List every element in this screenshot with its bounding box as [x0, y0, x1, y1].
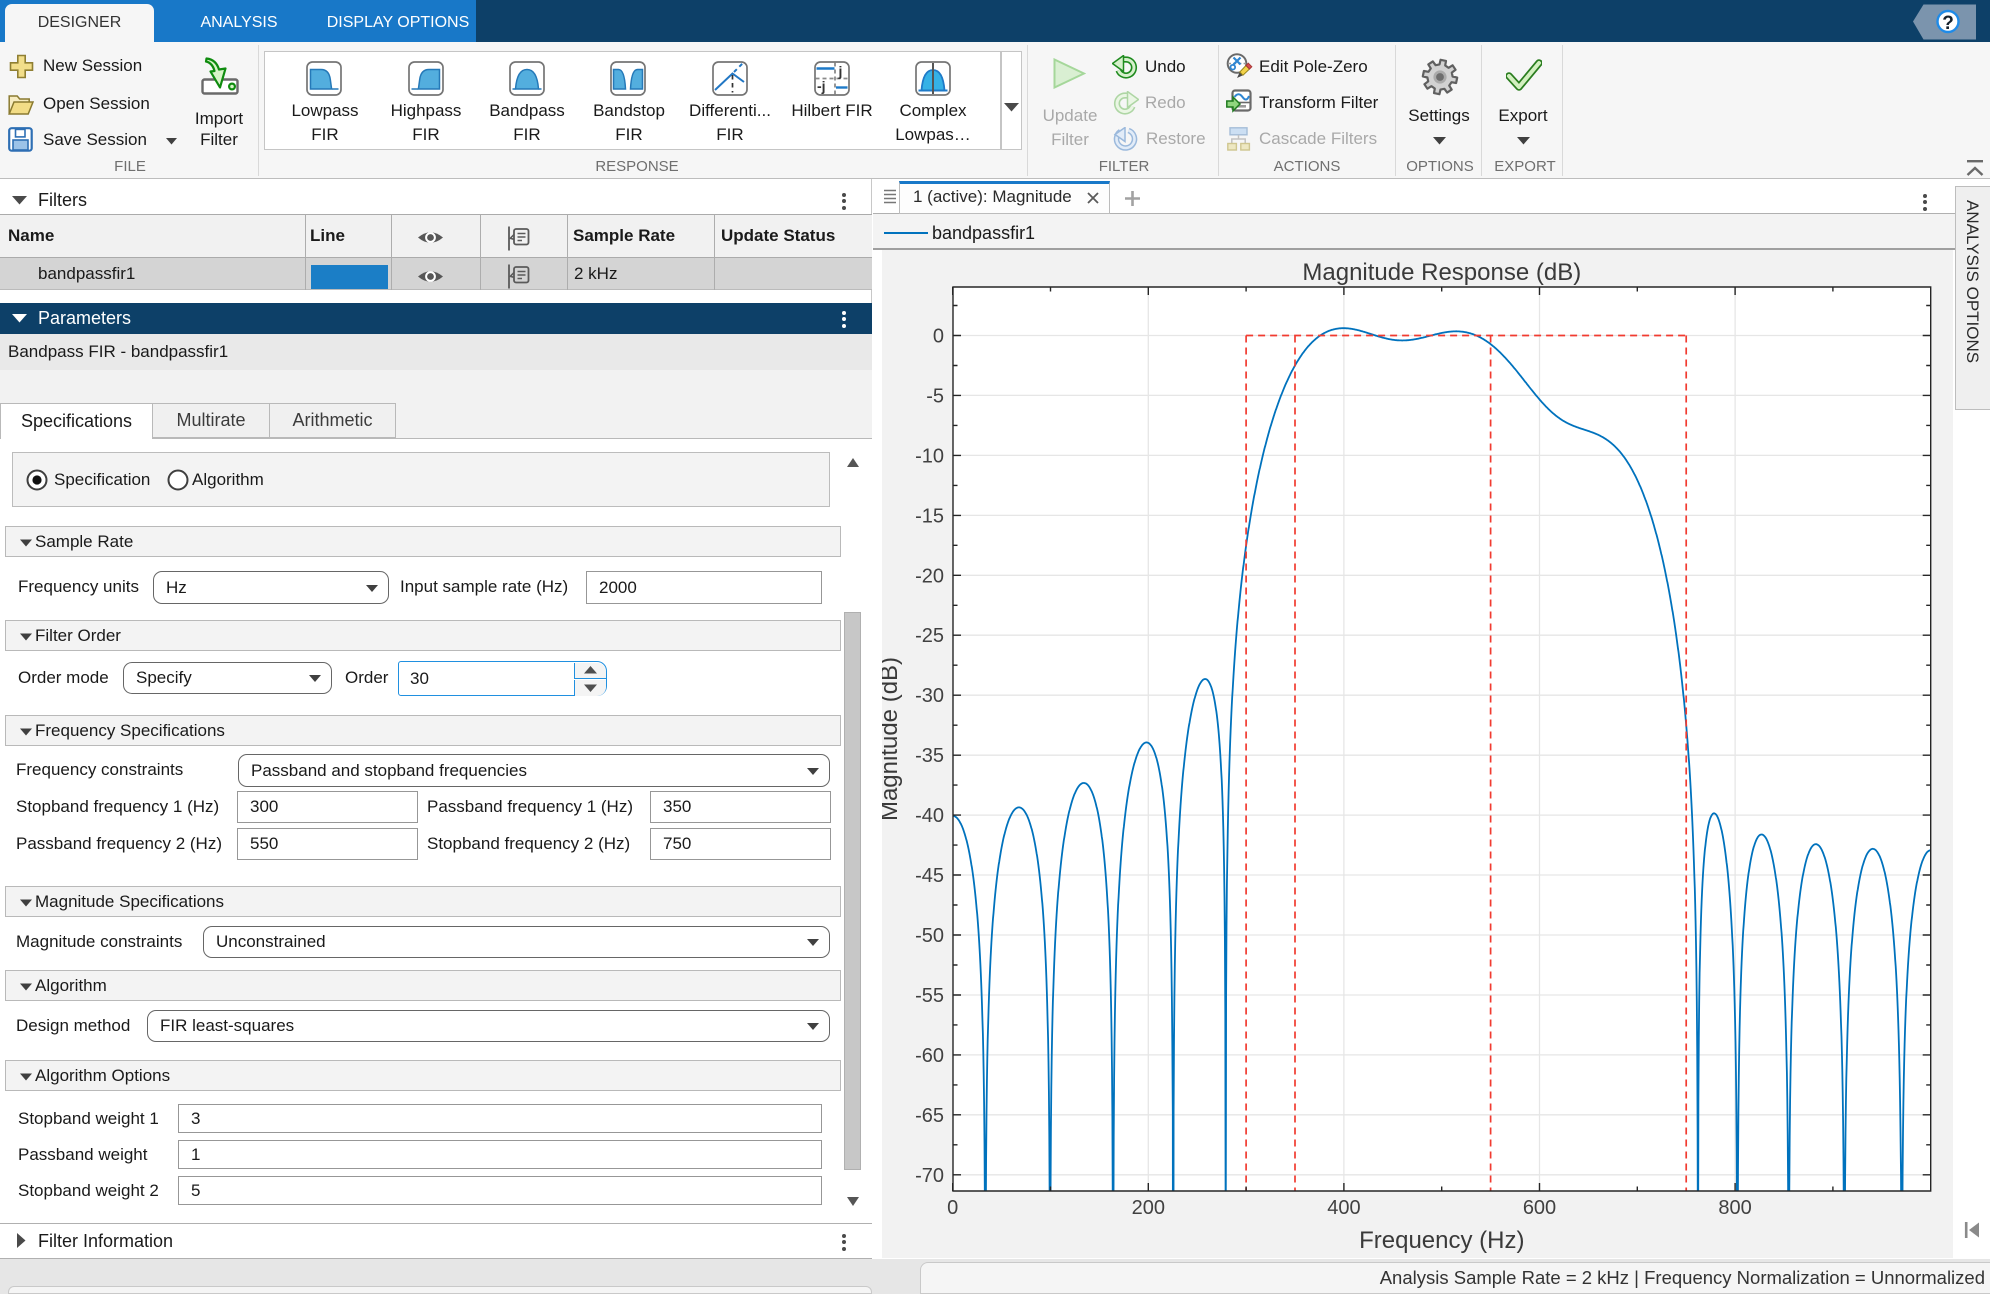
svg-text:-20: -20	[915, 565, 944, 587]
svg-text:Frequency (Hz): Frequency (Hz)	[1359, 1227, 1524, 1254]
svg-text:-70: -70	[915, 1165, 944, 1187]
svg-text:-55: -55	[915, 985, 944, 1007]
svg-text:-40: -40	[915, 805, 944, 827]
svg-text:-10: -10	[915, 445, 944, 467]
svg-text:-30: -30	[915, 685, 944, 707]
svg-text:-j: -j	[817, 78, 826, 94]
svg-text:?: ?	[1942, 13, 1954, 34]
svg-text:200: 200	[1132, 1197, 1165, 1219]
svg-text:-15: -15	[915, 505, 944, 527]
svg-text:400: 400	[1327, 1197, 1360, 1219]
svg-text:600: 600	[1523, 1197, 1556, 1219]
svg-text:-60: -60	[915, 1045, 944, 1067]
svg-text:0: 0	[947, 1197, 958, 1219]
svg-text:-25: -25	[915, 625, 944, 647]
svg-text:800: 800	[1718, 1197, 1751, 1219]
svg-text:-50: -50	[915, 925, 944, 947]
svg-text:-5: -5	[926, 385, 944, 407]
svg-text:0: 0	[933, 326, 944, 348]
svg-text:j: j	[838, 63, 843, 79]
svg-text:-45: -45	[915, 865, 944, 887]
svg-text:-35: -35	[915, 745, 944, 767]
svg-text:Magnitude Response (dB): Magnitude Response (dB)	[1302, 259, 1581, 286]
svg-text:Magnitude (dB): Magnitude (dB)	[882, 657, 903, 821]
svg-text:-65: -65	[915, 1105, 944, 1127]
